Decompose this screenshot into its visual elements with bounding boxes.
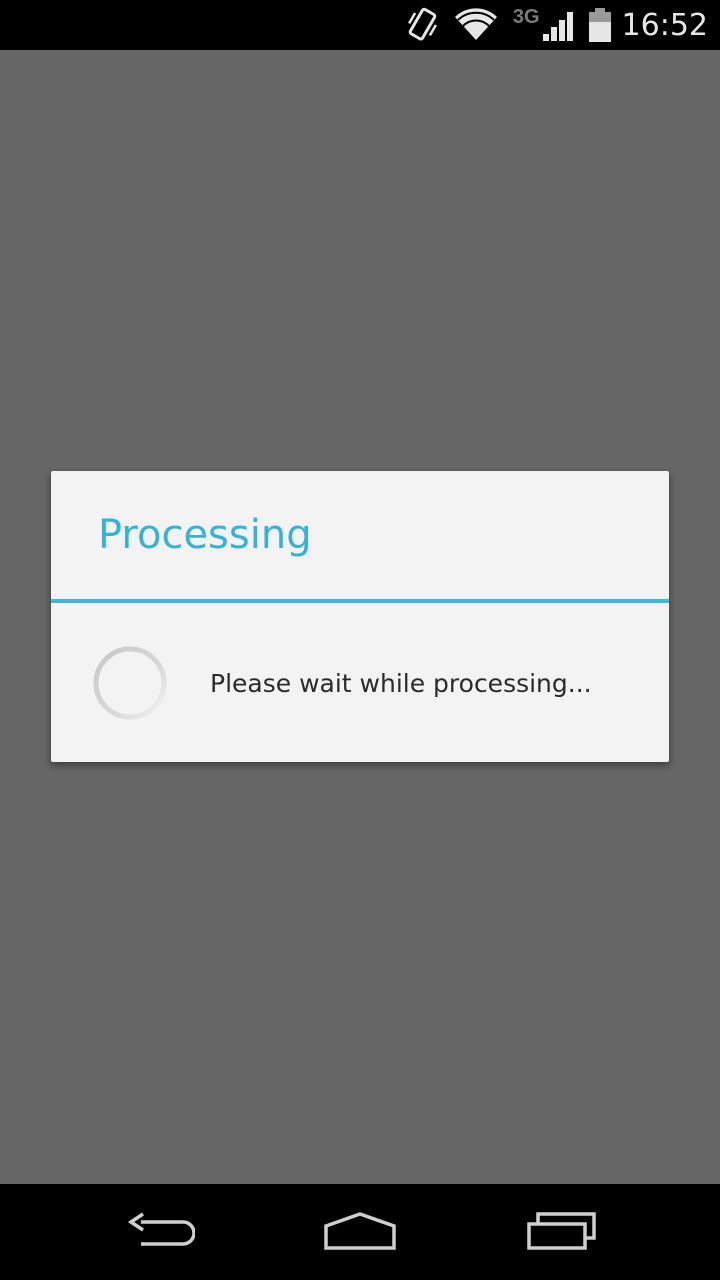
dialog-divider: [51, 599, 669, 603]
vibrate-icon: [407, 7, 437, 41]
back-icon: [127, 1212, 195, 1246]
status-clock: 16:52: [621, 7, 708, 43]
navigation-bar: [0, 1184, 720, 1280]
status-icons: 3G 16:52: [405, 0, 708, 50]
battery-icon: [588, 8, 611, 42]
dialog-title: Processing: [98, 512, 312, 558]
progress-dialog: Processing Please wait while processing.…: [51, 471, 669, 762]
recent-apps-icon: [527, 1212, 596, 1250]
dialog-message: Please wait while processing...: [210, 669, 592, 698]
home-button[interactable]: [315, 1202, 405, 1262]
network-type-label: 3G: [512, 5, 540, 28]
wifi-icon: [454, 8, 497, 40]
back-button[interactable]: [115, 1202, 205, 1262]
progress-spinner-icon: [93, 646, 167, 720]
home-icon: [324, 1212, 396, 1250]
status-bar: 3G 16:52: [0, 0, 720, 50]
screen: 3G 16:52 Processing Please wait while pr…: [0, 0, 720, 1280]
recent-apps-button[interactable]: [517, 1202, 607, 1262]
signal-icon: [542, 12, 573, 41]
